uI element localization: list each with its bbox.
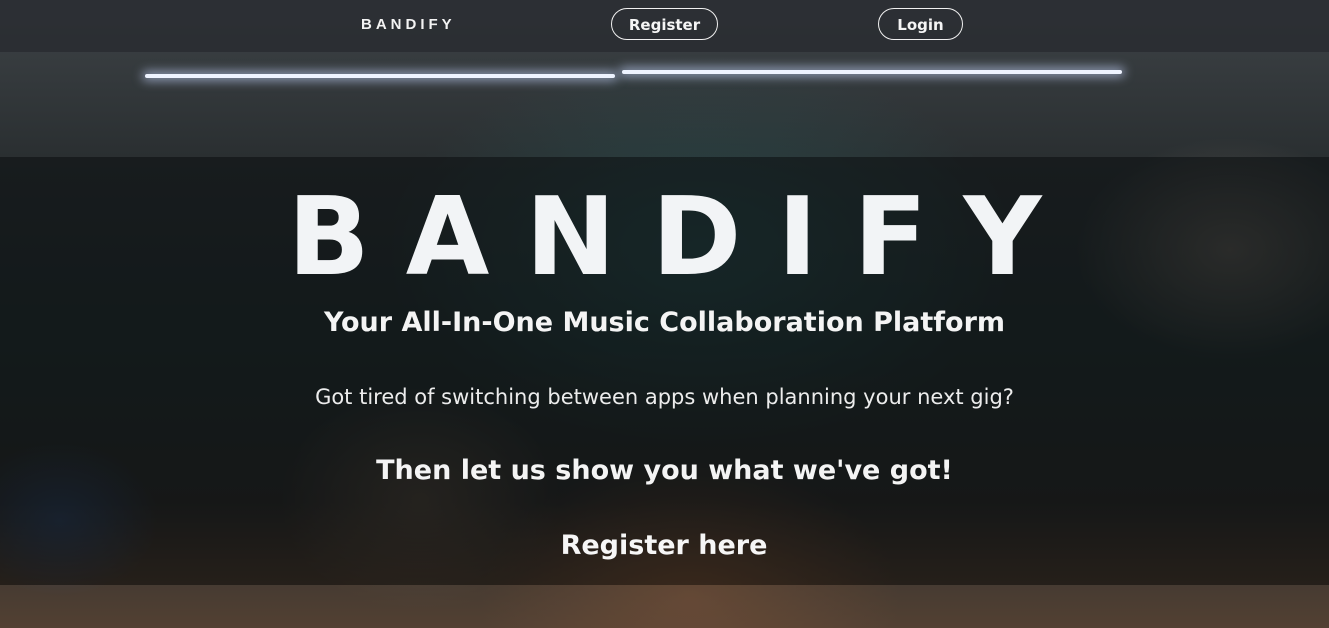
background-ceiling-light bbox=[145, 74, 615, 78]
hero-title: BANDIFY bbox=[287, 175, 1078, 300]
login-button[interactable]: Login bbox=[878, 8, 963, 40]
landing-page: BANDIFY Register Login BANDIFY Your All-… bbox=[0, 0, 1329, 628]
top-navbar: BANDIFY Register Login bbox=[0, 0, 1329, 52]
background-ceiling-light bbox=[622, 70, 1122, 74]
register-button[interactable]: Register bbox=[611, 8, 718, 40]
register-here-link[interactable]: Register here bbox=[544, 528, 784, 564]
navbar-brand[interactable]: BANDIFY bbox=[361, 16, 456, 33]
hero-cta-text: Then let us show you what we've got! bbox=[376, 455, 953, 486]
bottom-strip bbox=[0, 585, 1329, 628]
hero-question: Got tired of switching between apps when… bbox=[315, 385, 1014, 409]
hero-tagline: Your All-In-One Music Collaboration Plat… bbox=[323, 307, 1006, 338]
